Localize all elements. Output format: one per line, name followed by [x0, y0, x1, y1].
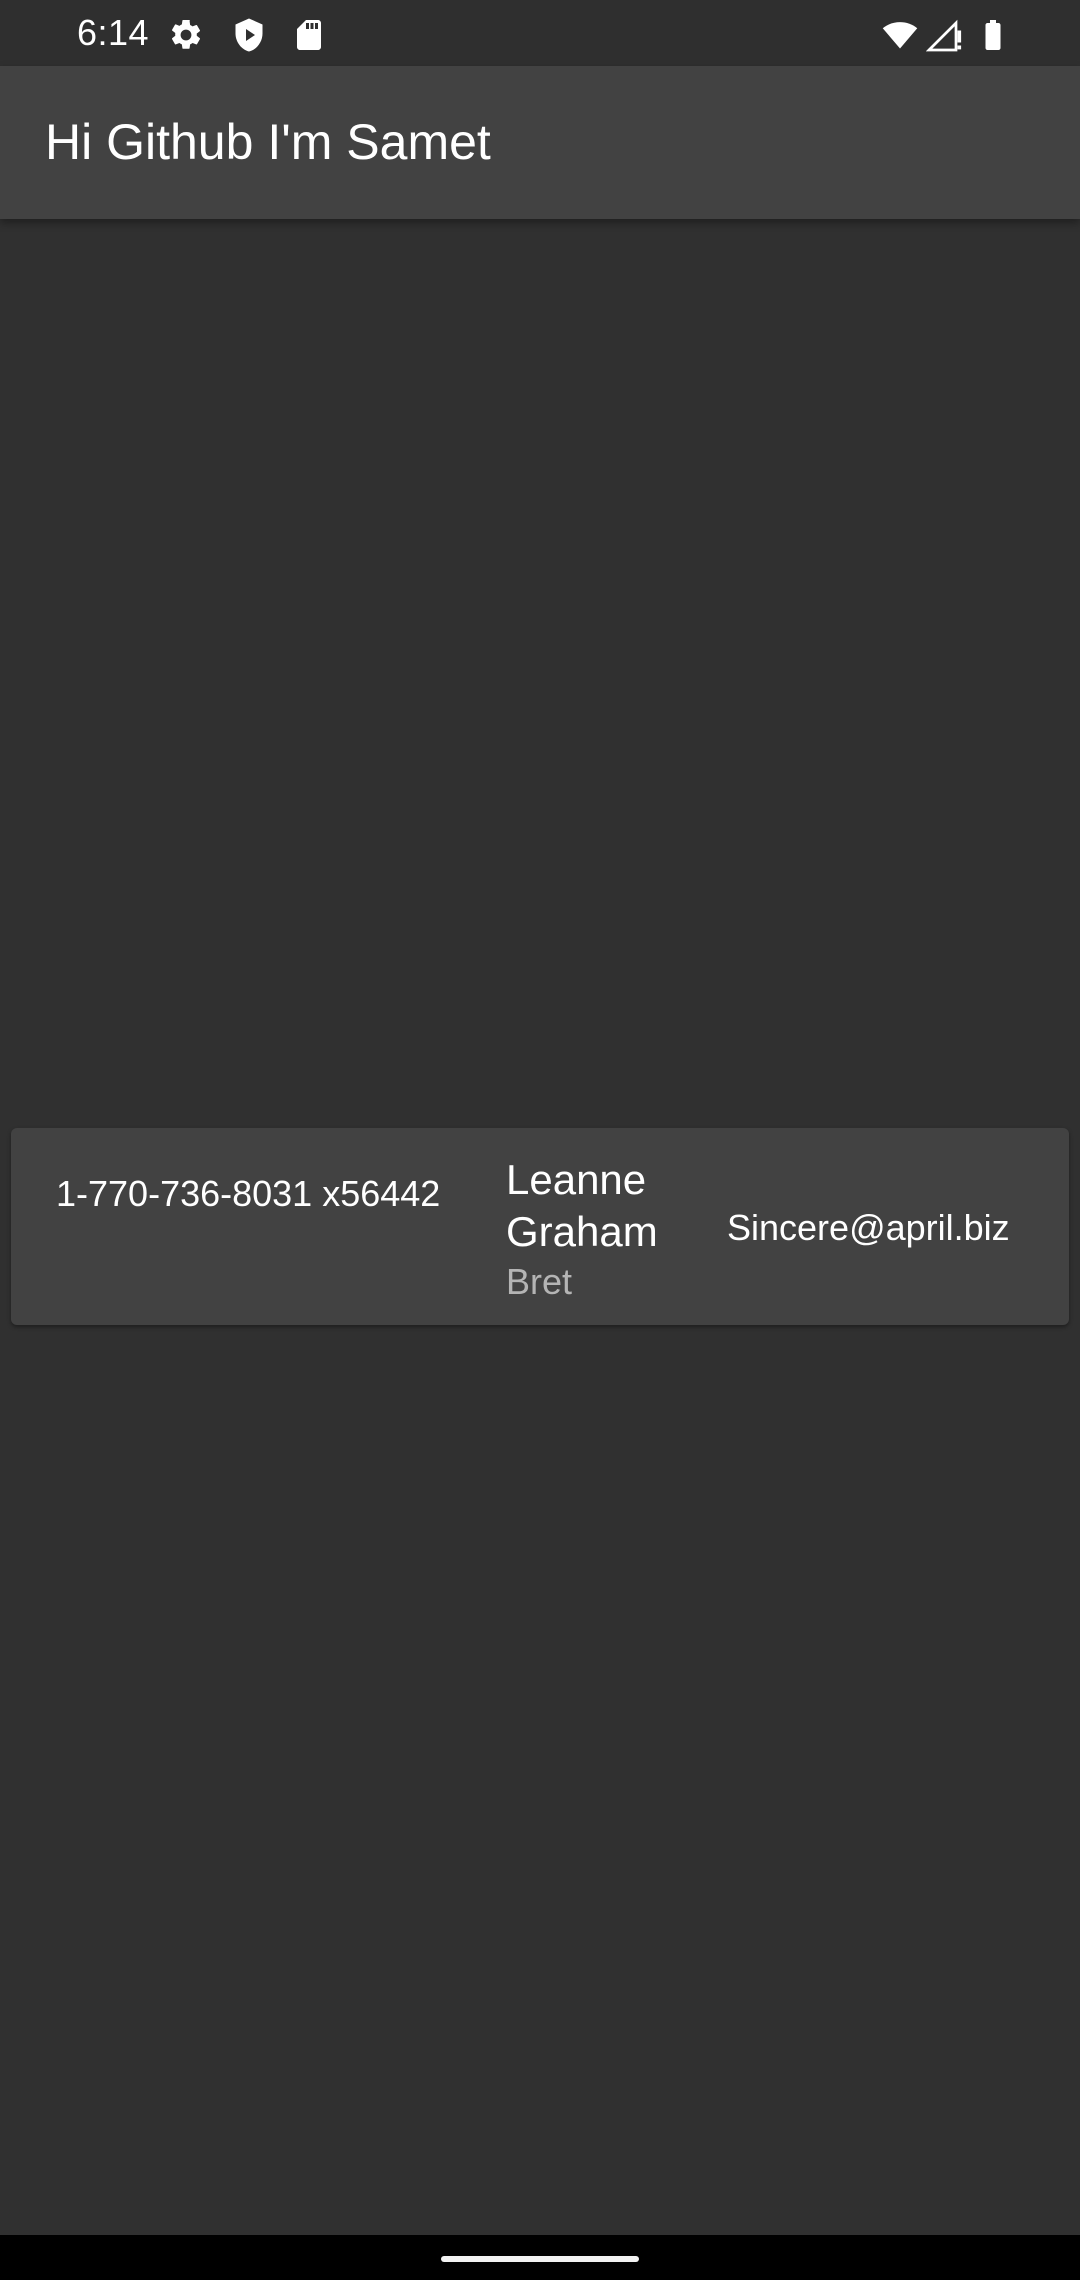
user-phone: 1-770-736-8031 x56442: [56, 1173, 441, 1214]
user-username: Bret: [506, 1261, 573, 1302]
status-time: 6:14: [77, 12, 150, 53]
signal-icon: [926, 19, 962, 52]
sd-card-icon: [297, 20, 321, 50]
navigation-bar: [0, 2235, 1080, 2280]
user-email: Sincere@april.biz: [727, 1207, 1010, 1248]
user-card[interactable]: 1-770-736-8031 x56442 Leanne Graham Bret…: [11, 1128, 1069, 1325]
shield-play-icon: [235, 18, 263, 52]
user-name: Leanne Graham: [506, 1156, 658, 1255]
settings-icon: [171, 19, 201, 49]
status-bar: 6:14: [0, 0, 1080, 66]
home-gesture-handle[interactable]: [441, 2256, 639, 2262]
battery-icon: [985, 20, 1001, 50]
app-bar: Hi Github I'm Samet: [0, 66, 1080, 219]
wifi-icon: [882, 22, 918, 49]
app-title: Hi Github I'm Samet: [45, 114, 491, 170]
